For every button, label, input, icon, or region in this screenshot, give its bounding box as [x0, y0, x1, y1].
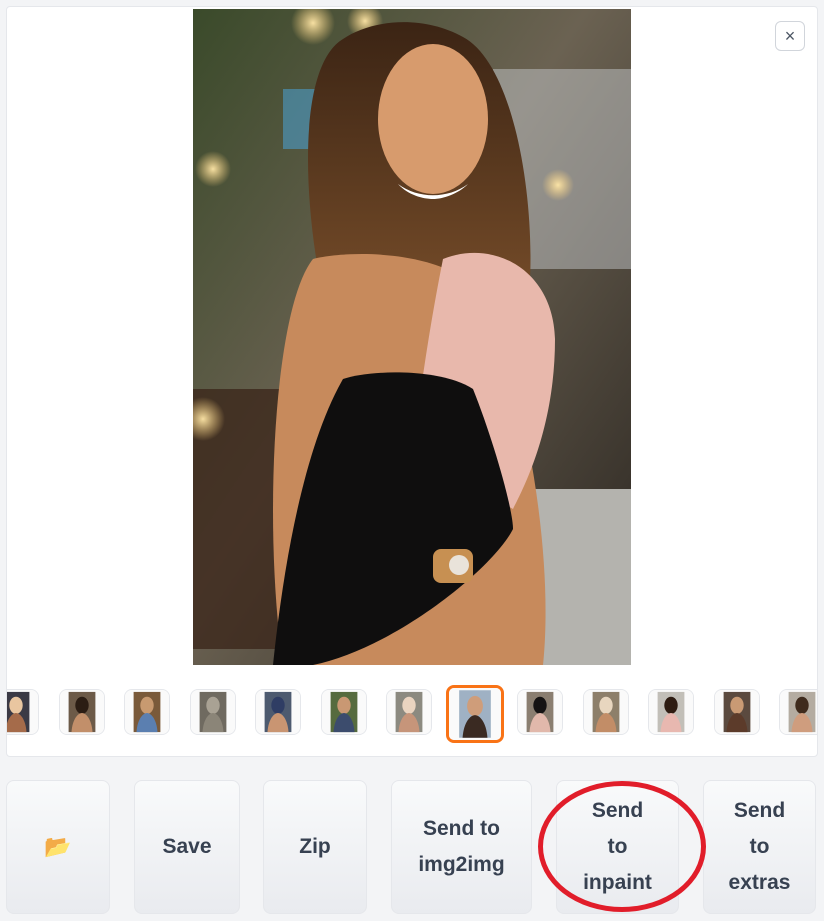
thumbnail[interactable] [320, 689, 367, 735]
close-icon: × [784, 26, 796, 46]
thumbnail[interactable] [255, 689, 301, 735]
thumbnail[interactable] [189, 689, 236, 735]
thumbnail[interactable] [386, 689, 432, 735]
gallery-panel: × [6, 6, 818, 757]
thumbnail[interactable] [779, 689, 817, 735]
preview-photo [193, 9, 631, 665]
close-button[interactable]: × [775, 21, 805, 51]
action-toolbar: 📂 Save Zip Send to img2img Send to inpai… [6, 780, 818, 914]
folder-icon: 📂 [44, 834, 72, 859]
thumbnail[interactable] [648, 689, 694, 735]
thumbnail[interactable] [58, 689, 105, 735]
save-button[interactable]: Save [134, 780, 240, 914]
zip-button[interactable]: Zip [263, 780, 367, 914]
thumbnail-image [518, 690, 562, 734]
thumbnail-image [190, 690, 235, 734]
thumbnail-image [321, 690, 366, 734]
thumbnail-image [256, 690, 300, 734]
thumbnail-image [583, 690, 628, 734]
thumbnail[interactable] [517, 689, 563, 735]
thumbnail-image [714, 690, 759, 734]
thumbnail-image [7, 690, 38, 734]
thumbnail-image [780, 690, 817, 734]
send-to-img2img-button[interactable]: Send to img2img [391, 780, 532, 914]
thumbnail-strip [7, 685, 817, 747]
open-folder-button[interactable]: 📂 [6, 780, 110, 914]
thumbnail-image [125, 690, 169, 734]
thumbnail[interactable] [713, 689, 760, 735]
thumbnail-image [649, 690, 693, 734]
thumbnail-image [59, 690, 104, 734]
thumbnail-image [387, 690, 431, 734]
thumbnail[interactable] [124, 689, 170, 735]
thumbnail[interactable] [7, 689, 39, 735]
send-to-extras-button[interactable]: Send to extras [703, 780, 816, 914]
thumbnail-image [448, 688, 501, 740]
thumbnail-selected[interactable] [445, 685, 504, 743]
send-to-inpaint-button[interactable]: Send to inpaint [556, 780, 679, 914]
thumbnail[interactable] [582, 689, 629, 735]
preview-image[interactable] [193, 9, 631, 665]
